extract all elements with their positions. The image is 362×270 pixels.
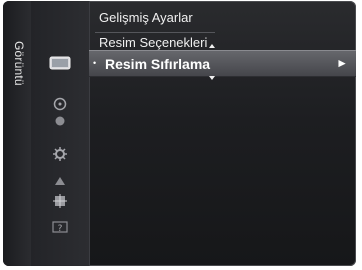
setup-icon[interactable] xyxy=(31,146,89,166)
submenu: Gelişmiş Ayarlar Resim Seçenekleri • Res… xyxy=(89,1,356,266)
arrow-right-icon: ► xyxy=(336,56,348,70)
svg-text:?: ? xyxy=(58,224,63,234)
sound-icon[interactable] xyxy=(31,114,89,132)
menu-item-label: Resim Sıfırlama xyxy=(105,56,211,72)
input-icon[interactable] xyxy=(31,174,89,192)
category-label: Görüntü xyxy=(12,41,26,86)
picture-icon[interactable] xyxy=(31,56,89,74)
menu-item-picture-reset[interactable]: • Resim Sıfırlama ► xyxy=(89,50,356,77)
screen: Görüntü ? Gelişmiş Ayarlar Resim Seçenek… xyxy=(0,0,362,270)
scroll-up-indicator xyxy=(209,44,215,48)
clock-icon[interactable] xyxy=(31,97,89,115)
application-icon[interactable] xyxy=(31,193,89,213)
tv-osd-panel: Görüntü ? Gelişmiş Ayarlar Resim Seçenek… xyxy=(3,1,356,266)
divider xyxy=(95,32,215,33)
category-icons: ? xyxy=(31,1,90,266)
menu-item-picture-options[interactable]: Resim Seçenekleri xyxy=(99,35,207,50)
scroll-down-indicator xyxy=(209,76,215,80)
category-rail: Görüntü xyxy=(3,1,32,266)
menu-item-advanced-settings[interactable]: Gelişmiş Ayarlar xyxy=(99,10,193,25)
support-icon[interactable]: ? xyxy=(31,220,89,238)
selection-bullet: • xyxy=(93,58,97,68)
